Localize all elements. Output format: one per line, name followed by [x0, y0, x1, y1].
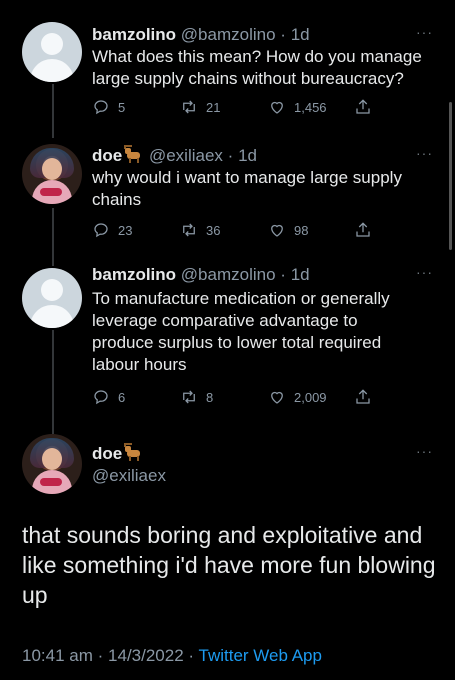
share-button[interactable]: [354, 221, 372, 239]
focused-tweet: doe @exiliaex ··· that sounds boring and…: [0, 434, 455, 680]
like-icon: [271, 391, 283, 404]
tweet-time[interactable]: 10:41 am: [22, 646, 93, 665]
like-count: 98: [294, 222, 309, 238]
retweet-button[interactable]: 36: [180, 221, 220, 239]
tweet[interactable]: bamzolino @bamzolino · 1d ··· To manufac…: [0, 264, 455, 434]
deer-emoji-icon: [124, 443, 144, 461]
separator: ·: [97, 646, 104, 665]
retweet-icon: [183, 223, 195, 237]
share-icon: [356, 99, 370, 114]
avatar[interactable]: [22, 434, 82, 494]
like-count: 1,456: [294, 99, 327, 115]
more-icon[interactable]: ···: [416, 264, 433, 280]
separator: ·: [227, 146, 234, 165]
share-icon: [356, 389, 370, 404]
user-handle[interactable]: @exiliaex: [149, 146, 223, 165]
retweet-count: 36: [206, 222, 221, 238]
reply-count: 6: [118, 389, 126, 405]
tweet[interactable]: bamzolino @bamzolino · 1d ··· What does …: [0, 0, 455, 140]
tweet-actions: 5 21 1,456: [92, 98, 392, 118]
like-button[interactable]: 1,456: [268, 98, 327, 116]
user-handle[interactable]: @exiliaex: [92, 466, 166, 486]
display-name[interactable]: doe: [92, 444, 122, 463]
like-button[interactable]: 2,009: [268, 388, 327, 406]
more-icon[interactable]: ···: [416, 145, 433, 161]
tweet-header: doe: [92, 443, 144, 465]
separator: ·: [280, 265, 286, 284]
display-name[interactable]: bamzolino: [92, 25, 176, 44]
more-icon[interactable]: ···: [416, 24, 433, 40]
share-button[interactable]: [354, 388, 372, 406]
timestamp[interactable]: 1d: [291, 25, 310, 44]
retweet-icon: [183, 100, 195, 114]
timestamp[interactable]: 1d: [291, 265, 310, 284]
timestamp[interactable]: 1d: [238, 146, 257, 165]
retweet-button[interactable]: 21: [180, 98, 220, 116]
tweet-text: that sounds boring and exploitative and …: [22, 522, 436, 608]
reply-icon: [94, 390, 108, 405]
tweet-actions: 23 36 98: [92, 221, 392, 241]
tweet-meta: 10:41 am · 14/3/2022 · Twitter Web App: [22, 646, 322, 666]
more-icon[interactable]: ···: [416, 443, 433, 459]
tweet-header: bamzolino @bamzolino · 1d: [92, 264, 310, 286]
like-count: 2,009: [294, 389, 327, 405]
display-name[interactable]: bamzolino: [92, 265, 176, 284]
share-button[interactable]: [354, 98, 372, 116]
reply-button[interactable]: 6: [92, 388, 125, 406]
separator: ·: [280, 25, 286, 44]
tweet-text: why would i want to manage large supply …: [92, 168, 402, 209]
reply-icon: [94, 223, 108, 238]
reply-count: 23: [118, 222, 133, 238]
like-button[interactable]: 98: [268, 221, 308, 239]
tweet[interactable]: doe @exiliaex · 1d ··· why would i want …: [0, 140, 455, 264]
like-icon: [271, 224, 283, 237]
retweet-count: 21: [206, 99, 221, 115]
reply-button[interactable]: 23: [92, 221, 132, 239]
share-icon: [356, 222, 370, 237]
like-icon: [271, 101, 283, 114]
avatar[interactable]: [22, 144, 82, 204]
display-name[interactable]: doe: [92, 146, 122, 165]
tweet-header: doe @exiliaex · 1d: [92, 145, 257, 167]
avatar[interactable]: [22, 22, 82, 82]
reply-count: 5: [118, 99, 126, 115]
avatar[interactable]: [22, 268, 82, 328]
reply-icon: [94, 100, 108, 115]
reply-button[interactable]: 5: [92, 98, 125, 116]
deer-emoji-icon: [124, 145, 144, 163]
tweet-text: To manufacture medication or generally l…: [92, 289, 390, 374]
retweet-count: 8: [206, 389, 214, 405]
retweet-icon: [183, 390, 195, 404]
separator: ·: [188, 646, 195, 665]
user-handle[interactable]: @bamzolino: [181, 265, 276, 284]
tweet-actions: 6 8 2,009: [92, 388, 392, 408]
tweet-date[interactable]: 14/3/2022: [108, 646, 184, 665]
tweet-text: What does this mean? How do you manage l…: [92, 47, 422, 88]
source-app-link[interactable]: Twitter Web App: [199, 646, 322, 665]
retweet-button[interactable]: 8: [180, 388, 213, 406]
tweet-header: bamzolino @bamzolino · 1d: [92, 24, 310, 46]
user-handle[interactable]: @bamzolino: [181, 25, 276, 44]
